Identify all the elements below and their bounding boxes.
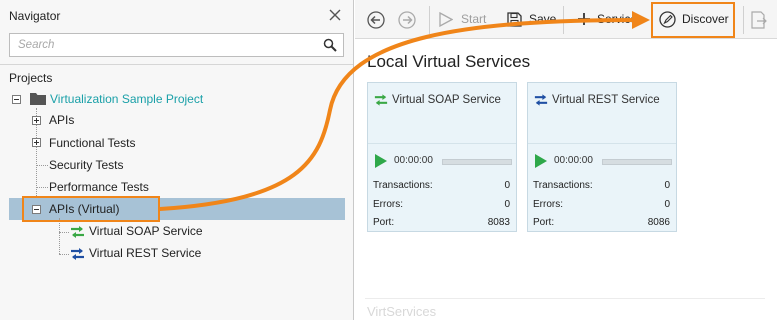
rest-service-icon xyxy=(534,94,548,106)
virt-services-area: VirtServices xyxy=(355,292,777,320)
port-label: Port: xyxy=(373,217,395,228)
tree-item-performance-tests[interactable]: Performance Tests xyxy=(49,178,149,196)
tree-guide xyxy=(36,187,48,188)
card-divider xyxy=(368,143,516,144)
export-icon[interactable] xyxy=(751,11,767,29)
card-divider xyxy=(528,143,676,144)
tree-project[interactable]: Virtualization Sample Project xyxy=(50,90,203,108)
errors-label: Errors: xyxy=(373,199,403,210)
transactions-value: 0 xyxy=(504,180,510,191)
toolbar-separator xyxy=(429,6,430,34)
tree-guide xyxy=(59,232,69,233)
transactions-label: Transactions: xyxy=(373,180,433,191)
service-card-soap[interactable]: Virtual SOAP Service 00:00:00 Transactio… xyxy=(367,82,517,232)
rest-service-icon xyxy=(71,248,84,260)
save-icon xyxy=(507,12,522,27)
navigator-panel: Navigator Search Projects Virtualization… xyxy=(0,0,354,320)
start-icon xyxy=(439,12,453,27)
expand-functional-tests-toggle[interactable] xyxy=(32,138,41,147)
card-title: Virtual REST Service xyxy=(552,94,660,106)
toolbar-separator xyxy=(743,6,744,34)
folder-icon xyxy=(30,93,46,105)
play-icon[interactable] xyxy=(375,154,387,168)
transactions-label: Transactions: xyxy=(533,180,593,191)
highlight-discover xyxy=(651,2,735,38)
toolbar-separator xyxy=(563,6,564,34)
port-label: Port: xyxy=(533,217,555,228)
service-label: Service xyxy=(597,12,638,26)
tree-guide xyxy=(59,218,60,254)
collapse-project-toggle[interactable] xyxy=(12,95,21,104)
tree-item-virtual-soap[interactable]: Virtual SOAP Service xyxy=(89,222,203,240)
forward-icon[interactable] xyxy=(398,11,416,29)
errors-value: 0 xyxy=(504,199,510,210)
search-placeholder: Search xyxy=(18,39,55,51)
soap-service-icon xyxy=(374,94,388,106)
service-card-rest[interactable]: Virtual REST Service 00:00:00 Transactio… xyxy=(527,82,677,232)
tree-guide xyxy=(36,165,48,166)
card-title: Virtual SOAP Service xyxy=(392,94,501,106)
page-title: Local Virtual Services xyxy=(367,52,531,71)
close-icon[interactable] xyxy=(327,7,343,23)
tree-guide xyxy=(59,254,69,255)
tree-item-functional-tests[interactable]: Functional Tests xyxy=(49,134,136,152)
card-time: 00:00:00 xyxy=(394,155,433,166)
virt-services-label: VirtServices xyxy=(367,304,437,319)
tree-item-apis[interactable]: APIs xyxy=(49,111,74,129)
transactions-value: 0 xyxy=(664,180,670,191)
divider xyxy=(365,298,765,299)
progress-bar xyxy=(442,159,512,165)
tree-item-security-tests[interactable]: Security Tests xyxy=(49,156,123,174)
start-label: Start xyxy=(461,12,487,26)
save-label: Save xyxy=(529,12,557,26)
projects-label: Projects xyxy=(9,71,53,85)
play-icon[interactable] xyxy=(535,154,547,168)
port-value: 8086 xyxy=(647,217,670,228)
errors-label: Errors: xyxy=(533,199,563,210)
port-value: 8083 xyxy=(487,217,510,228)
add-service-button[interactable]: Service xyxy=(573,8,647,30)
soap-service-icon xyxy=(71,226,84,238)
search-icon[interactable] xyxy=(323,38,337,52)
search-input[interactable]: Search xyxy=(9,33,344,57)
highlight-apis-virtual xyxy=(22,196,160,222)
errors-value: 0 xyxy=(664,199,670,210)
tree-item-virtual-rest[interactable]: Virtual REST Service xyxy=(89,244,201,262)
plus-icon xyxy=(578,13,590,25)
progress-bar xyxy=(602,159,672,165)
navigator-title: Navigator xyxy=(9,9,61,23)
navigator-header: Navigator xyxy=(0,0,353,32)
card-time: 00:00:00 xyxy=(554,155,593,166)
back-icon[interactable] xyxy=(367,11,385,29)
divider xyxy=(0,64,353,65)
expand-apis-toggle[interactable] xyxy=(32,116,41,125)
